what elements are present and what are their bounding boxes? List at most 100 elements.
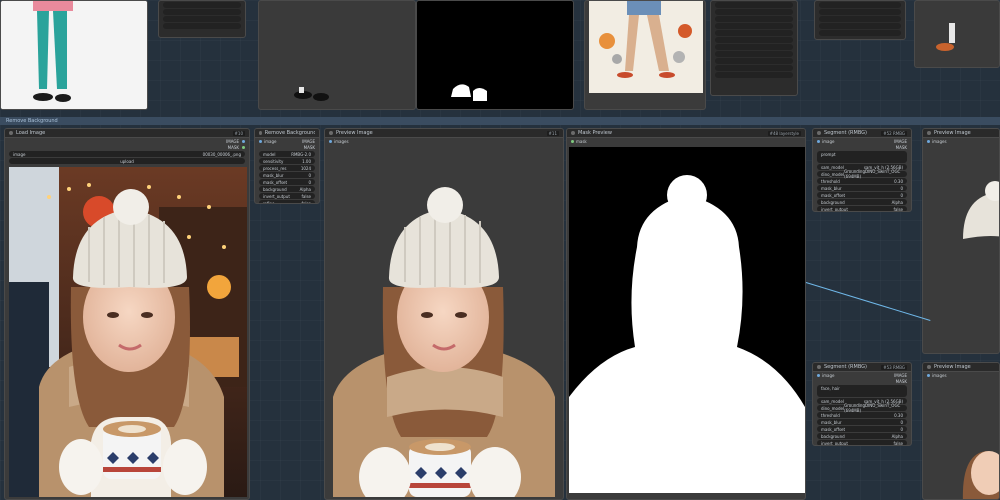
widget-process-res[interactable]: process_res 1024 (259, 165, 315, 171)
segment-node-bottom[interactable]: Segment (RMBG) #53 RMBG image IMAGE MASK… (812, 362, 912, 446)
widget-invert-output[interactable]: invert_output false (817, 206, 907, 211)
output-slot-mask[interactable]: MASK (5, 144, 249, 150)
node-title-bar[interactable]: Preview Image #11 (325, 129, 563, 138)
load-image-node[interactable]: Load Image #10 IMAGE MASK image 00030_00… (4, 128, 250, 500)
widget-row[interactable] (715, 23, 793, 29)
christmas-market-photo (9, 167, 247, 497)
node-title-bar[interactable]: Remove Background (RMBG) (255, 129, 319, 138)
input-slot-images[interactable]: images (923, 138, 999, 144)
widget-row[interactable] (819, 9, 901, 15)
cutout-preview (327, 177, 563, 497)
segment-node-top[interactable]: Segment (RMBG) #52 RMBG image IMAGE MASK… (812, 128, 912, 212)
output-slot-mask[interactable]: MASK (813, 378, 911, 384)
prompt-textarea[interactable]: prompt (817, 151, 907, 163)
widget-row[interactable] (715, 16, 793, 22)
collapse-dot-icon[interactable] (329, 131, 333, 135)
widget-mask-offset[interactable]: mask_offset 0 (817, 426, 907, 432)
node-title-bar[interactable]: Mask Preview #48 layerstyle (567, 129, 805, 138)
input-pin-icon[interactable] (927, 139, 930, 143)
widget-invert-output[interactable]: invert_output false (817, 440, 907, 445)
widget-row[interactable] (715, 2, 793, 8)
prompt-textarea[interactable]: face, hair (817, 385, 907, 397)
top-left-image-node[interactable] (0, 0, 148, 110)
widget-row[interactable] (715, 44, 793, 50)
preview-image-node-right-top[interactable]: Preview Image images (922, 128, 1000, 354)
widget-row[interactable] (163, 9, 241, 15)
collapse-dot-icon[interactable] (927, 365, 931, 369)
input-pin-icon[interactable] (817, 373, 820, 377)
widget-row[interactable] (715, 37, 793, 43)
widget-row[interactable] (819, 2, 901, 8)
widget-background[interactable]: background Alpha (259, 186, 315, 192)
top-list-node[interactable] (710, 0, 798, 96)
widget-refine[interactable]: refine false (259, 200, 315, 203)
node-title-bar[interactable]: Segment (RMBG) #52 RMBG (813, 129, 911, 138)
node-title-bar[interactable]: Segment (RMBG) #53 RMBG (813, 363, 911, 372)
widget-sensitivity[interactable]: sensitivity 1.00 (259, 158, 315, 164)
widget-mask-blur[interactable]: mask_blur 0 (259, 172, 315, 178)
collapse-dot-icon[interactable] (9, 131, 13, 135)
widget-row[interactable] (715, 58, 793, 64)
output-pin-icon[interactable] (242, 139, 245, 143)
widget-row[interactable] (163, 16, 241, 22)
top-illustration-node[interactable] (584, 0, 706, 110)
collapse-dot-icon[interactable] (817, 131, 821, 135)
widget-background[interactable]: background Alpha (817, 199, 907, 205)
input-pin-icon[interactable] (817, 139, 820, 143)
widget-row[interactable] (715, 51, 793, 57)
output-pin-icon[interactable] (242, 145, 245, 149)
widget-model[interactable]: model RMBG-2.0 (259, 151, 315, 157)
shoes-mask-image (451, 84, 487, 101)
top-right-shoe-preview-node[interactable] (914, 0, 1000, 68)
node-title: Preview Image (336, 130, 373, 136)
widget-dino-model[interactable]: dino_model GroundingDINO_SwinT_OGC (694MB… (817, 169, 907, 179)
widget-row[interactable] (715, 9, 793, 15)
top-far-right-node[interactable] (814, 0, 906, 40)
widget-background[interactable]: background Alpha (817, 433, 907, 439)
input-pin-icon[interactable] (927, 373, 930, 377)
top-settings-node[interactable] (158, 0, 246, 38)
input-slot-images[interactable]: images (325, 138, 563, 144)
slot-label: images (932, 372, 947, 378)
collapse-dot-icon[interactable] (571, 131, 575, 135)
remove-background-node[interactable]: Remove Background (RMBG) image IMAGE MAS… (254, 128, 320, 204)
input-pin-icon[interactable] (571, 139, 574, 143)
collapse-dot-icon[interactable] (817, 365, 821, 369)
output-slot-mask[interactable]: MASK (813, 144, 911, 150)
widget-dino-model[interactable]: dino_model GroundingDINO_SwinT_OGC (694MB… (817, 403, 907, 413)
widget-row[interactable] (163, 23, 241, 29)
image-select-field[interactable]: image 00030_00006_.png (9, 151, 245, 157)
input-slot-images[interactable]: images (923, 372, 999, 378)
widget-mask-blur[interactable]: mask_blur 0 (817, 419, 907, 425)
collapse-dot-icon[interactable] (259, 131, 262, 135)
collapse-dot-icon[interactable] (927, 131, 931, 135)
input-pin-icon[interactable] (329, 139, 332, 143)
top-mask-preview-node[interactable] (416, 0, 574, 110)
widget-row[interactable] (819, 16, 901, 22)
mask-preview-node[interactable]: Mask Preview #48 layerstyle mask (566, 128, 806, 500)
widget-mask-offset[interactable]: mask_offset 0 (259, 179, 315, 185)
widget-row[interactable] (715, 72, 793, 78)
widget-row[interactable] (819, 23, 901, 29)
preview-image-node-right-bottom[interactable]: Preview Image images (922, 362, 1000, 500)
node-title: Segment (RMBG) (824, 130, 867, 136)
top-preview-shoes-node[interactable] (258, 0, 416, 110)
upload-button[interactable]: upload (9, 158, 245, 164)
output-slot-mask[interactable]: MASK (255, 144, 319, 150)
node-title-bar[interactable]: Preview Image (923, 129, 999, 138)
widget-row[interactable] (715, 30, 793, 36)
widget-invert-output[interactable]: invert_output false (259, 193, 315, 199)
widget-row[interactable] (819, 30, 901, 36)
preview-image-node[interactable]: Preview Image #11 images (324, 128, 564, 500)
input-pin-icon[interactable] (259, 139, 262, 143)
widget-mask-blur[interactable]: mask_blur 0 (817, 185, 907, 191)
group-title-bar[interactable]: Remove Background (0, 117, 1000, 125)
input-slot-mask[interactable]: mask (567, 138, 805, 144)
widget-row[interactable] (715, 65, 793, 71)
node-title-bar[interactable]: Preview Image (923, 363, 999, 372)
node-title: Load Image (16, 130, 46, 136)
node-title-bar[interactable]: Load Image #10 (5, 129, 249, 138)
widget-mask-offset[interactable]: mask_offset 0 (817, 192, 907, 198)
widget-value: 00030_00006_.png (202, 151, 241, 157)
widget-row[interactable] (163, 2, 241, 8)
